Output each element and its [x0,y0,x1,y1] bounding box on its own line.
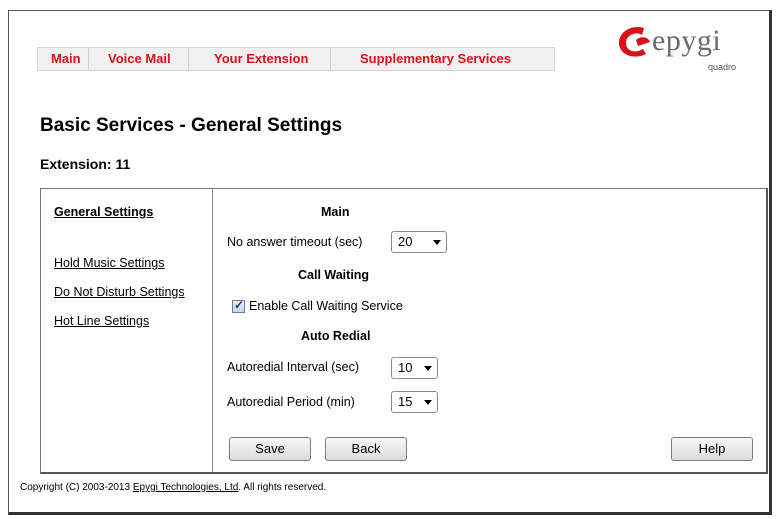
autoredial-interval-select[interactable]: 10 [391,357,438,379]
chevron-down-icon [424,366,432,371]
autoredial-interval-value: 10 [398,360,413,375]
nav-your-extension[interactable]: Your Extension [214,51,308,66]
no-answer-timeout-select[interactable]: 20 [391,231,447,253]
extension-label: Extension: 11 [40,156,131,172]
settings-panel: General Settings Hold Music Settings Do … [40,188,768,474]
save-button[interactable]: Save [229,437,311,461]
footer-copyright: Copyright (C) 2003-2013 Epygi Technologi… [20,482,326,493]
call-waiting-checkbox[interactable] [232,298,245,313]
back-button[interactable]: Back [325,437,407,461]
section-heading-call-waiting: Call Waiting [298,268,370,282]
chevron-down-icon [433,240,441,245]
autoredial-interval-label: Autoredial Interval (sec) [227,360,360,374]
nav-separator [330,48,331,70]
page-title: Basic Services - General Settings [40,115,343,136]
nav-separator [88,48,89,70]
sidebar-item-general-settings[interactable]: General Settings [54,205,153,219]
no-answer-timeout-label: No answer timeout (sec) [227,235,363,249]
chevron-down-icon [424,400,432,405]
section-heading-auto-redial: Auto Redial [301,329,371,343]
no-answer-timeout-value: 20 [398,234,413,249]
autoredial-period-label: Autoredial Period (min) [227,395,355,409]
logo-wordmark: epygi [652,24,722,57]
autoredial-period-select[interactable]: 15 [391,391,438,413]
epygi-logo: epygi quadro [614,22,754,82]
footer-suffix: . All rights reserved. [238,482,327,493]
sidebar: General Settings Hold Music Settings Do … [41,189,213,472]
sidebar-item-do-not-disturb-settings[interactable]: Do Not Disturb Settings [54,285,185,299]
footer-company-link[interactable]: Epygi Technologies, Ltd [133,482,238,493]
call-waiting-label: Enable Call Waiting Service [249,299,403,313]
logo-subtitle: quadro [708,62,737,72]
sidebar-item-hold-music-settings[interactable]: Hold Music Settings [54,256,164,270]
nav-main[interactable]: Main [51,51,81,66]
section-heading-main: Main [321,205,350,219]
autoredial-period-value: 15 [398,394,413,409]
nav-separator [188,48,189,70]
nav-voice-mail[interactable]: Voice Mail [108,51,171,66]
footer-prefix: Copyright (C) 2003-2013 [20,482,133,493]
nav-supplementary-services[interactable]: Supplementary Services [360,51,511,66]
sidebar-item-hot-line-settings[interactable]: Hot Line Settings [54,314,149,328]
top-nav-bar: Main Voice Mail Your Extension Supplemen… [37,47,555,71]
help-button[interactable]: Help [671,437,753,461]
